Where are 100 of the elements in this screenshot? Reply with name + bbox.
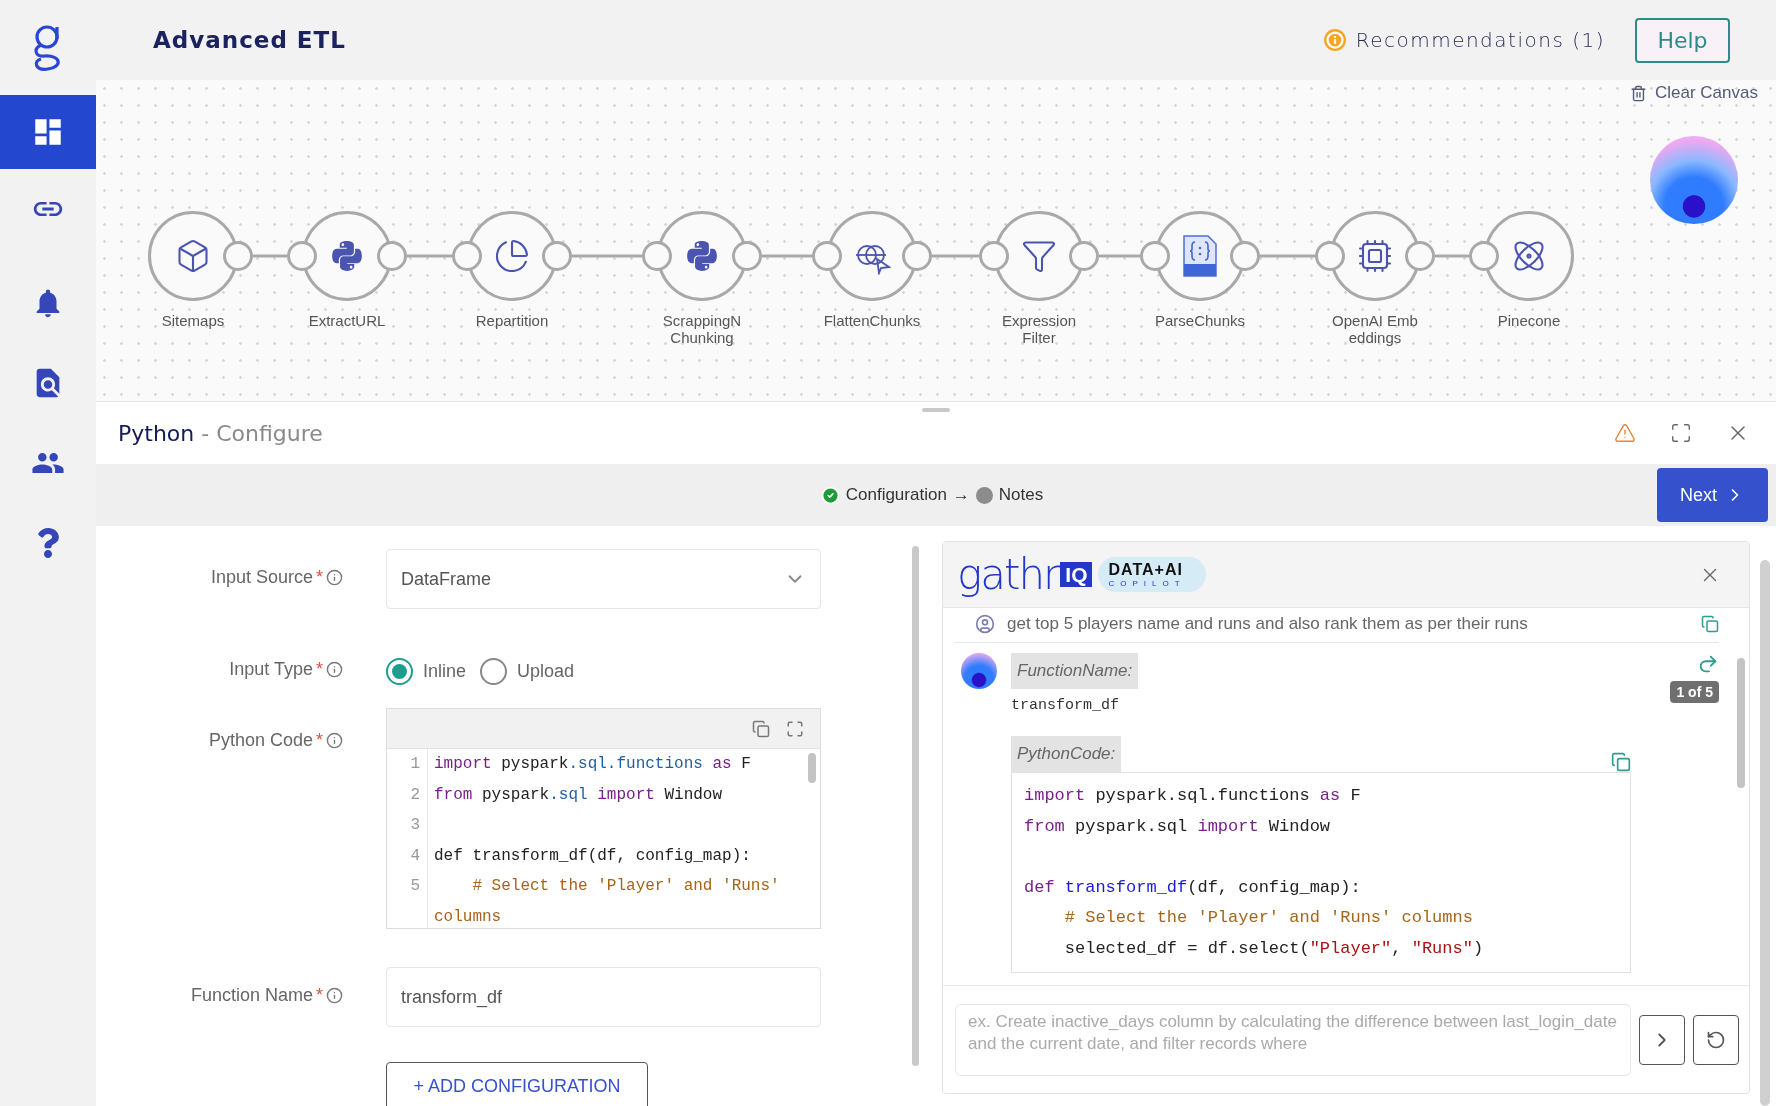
- app-title: Advanced ETL: [153, 27, 347, 53]
- required-mark: *: [316, 567, 323, 588]
- node-label: FlattenChunks: [822, 312, 922, 329]
- input-port[interactable]: [642, 241, 672, 271]
- drag-handle[interactable]: [922, 408, 950, 412]
- output-port[interactable]: [1405, 241, 1435, 271]
- logo-word: gathr: [957, 553, 1059, 596]
- add-configuration-button[interactable]: + ADD CONFIGURATION: [386, 1062, 648, 1106]
- copy-icon[interactable]: [1611, 752, 1631, 772]
- radio-button[interactable]: [480, 657, 508, 685]
- input-port[interactable]: [979, 241, 1009, 271]
- code-line: # Select the 'Player' and 'Runs' columns: [1063, 907, 1474, 929]
- output-port[interactable]: [1230, 241, 1260, 271]
- help-button[interactable]: Help: [1635, 17, 1730, 63]
- input-source-select[interactable]: DataFrame: [386, 549, 821, 609]
- step-label[interactable]: Configuration: [845, 485, 947, 505]
- recommendations-link[interactable]: Recommendations (1): [1323, 28, 1605, 52]
- maximize-icon: [1670, 422, 1692, 444]
- python-icon: [685, 239, 719, 273]
- code-line: # Select the 'Player' and 'Runs' columns: [433, 876, 781, 928]
- tag-title: DATA+AI: [1108, 561, 1184, 579]
- input-port[interactable]: [1140, 241, 1170, 271]
- output-port[interactable]: [732, 241, 762, 271]
- line-number: 5: [409, 876, 421, 897]
- connector-line: [407, 254, 452, 258]
- radio-label[interactable]: Inline: [423, 660, 467, 682]
- required-mark: *: [316, 659, 323, 680]
- field-label: Input Source: [210, 567, 313, 588]
- node-label: ScrappingN Chunking: [661, 312, 743, 346]
- field-label: Python Code: [208, 730, 313, 751]
- step-label[interactable]: Notes: [998, 485, 1044, 505]
- output-port[interactable]: [223, 241, 253, 271]
- prompt-input[interactable]: ex. Create inactive_days column by calculating the difference between last_login_date and the current date, and filter records where: [955, 1003, 1631, 1076]
- input-port[interactable]: [287, 241, 317, 271]
- node-label: Pinecone: [1496, 312, 1562, 329]
- result-counter: 1 of 5: [1670, 681, 1719, 703]
- info-icon[interactable]: [326, 732, 343, 749]
- connector-line: [253, 254, 287, 258]
- code-line: def transform_df(df, config_map):: [1023, 876, 1362, 899]
- info-icon[interactable]: [326, 569, 343, 586]
- scrollbar-thumb[interactable]: [1737, 658, 1745, 788]
- output-port[interactable]: [902, 241, 932, 271]
- node-label: Repartition: [474, 312, 550, 329]
- connector-line: [932, 254, 979, 258]
- trash-icon: [1630, 84, 1647, 102]
- reset-button[interactable]: [1693, 1014, 1739, 1065]
- required-mark: *: [316, 730, 323, 751]
- connector-line: [572, 254, 642, 258]
- function-name-field[interactable]: transform_df: [386, 967, 821, 1027]
- node-label: Expression Filter: [1000, 312, 1078, 346]
- node-label: OpenAI Emb eddings: [1331, 312, 1419, 346]
- code-line: selected_df = df.select("Player", "Runs"): [1063, 937, 1485, 960]
- output-port[interactable]: [542, 241, 572, 271]
- code-line: from pyspark.sql import Window: [433, 784, 724, 806]
- cluster-icon: [1511, 238, 1547, 274]
- radio-label[interactable]: Upload: [517, 660, 575, 682]
- info-icon[interactable]: [326, 987, 343, 1004]
- scrollbar-thumb[interactable]: [808, 753, 816, 783]
- sidebar-item[interactable]: [0, 95, 96, 169]
- copy-icon[interactable]: [752, 719, 770, 738]
- connector-line: [762, 254, 812, 258]
- panel-title: Python - Configure: [118, 420, 324, 446]
- code-line: from pyspark.sql import Window: [1023, 815, 1332, 838]
- orb-icon[interactable]: [1650, 136, 1738, 224]
- scrollbar[interactable]: [912, 546, 919, 1066]
- user-icon: [975, 614, 995, 634]
- step-arrow: →: [952, 485, 970, 505]
- funnel-icon: [1021, 238, 1057, 274]
- input-port[interactable]: [812, 241, 842, 271]
- info-icon[interactable]: [326, 661, 343, 678]
- next-button[interactable]: Next: [1657, 468, 1768, 522]
- node-label: ExtractURL: [307, 312, 387, 329]
- clear-canvas-button[interactable]: Clear Canvas: [1624, 82, 1764, 104]
- node-label: Sitemaps: [160, 312, 226, 329]
- tag-subtitle: COPILOT: [1108, 579, 1186, 588]
- node-label: ParseChunks: [1153, 312, 1246, 329]
- warning-icon: [1614, 422, 1636, 444]
- code-line: def transform_df(df, config_map):: [433, 845, 752, 867]
- function-name-value: transform_df: [1011, 697, 1121, 714]
- input-port[interactable]: [1469, 241, 1499, 271]
- pie-chart-icon: [494, 238, 530, 274]
- send-button[interactable]: [1639, 1014, 1685, 1065]
- input-port[interactable]: [452, 241, 482, 271]
- line-number: 4: [409, 845, 421, 867]
- share-arrow-icon[interactable]: [1697, 653, 1719, 675]
- connector-line: [1435, 254, 1469, 258]
- output-port[interactable]: [377, 241, 407, 271]
- previous-prompt: get top 5 players name and runs and also rank them as per their runs: [1007, 614, 1529, 634]
- output-port[interactable]: [1069, 241, 1099, 271]
- field-label: Function Name: [190, 985, 313, 1006]
- code-editor[interactable]: 1 import pyspark.sql.functions as F 2 from pyspark.sql import Window 3 4 def transform_df(df, config_map): 5 # Select the 'Player' and 'Runs' columns: [386, 708, 821, 929]
- scrollbar[interactable]: [1760, 560, 1770, 1106]
- copy-icon[interactable]: [1701, 615, 1719, 633]
- input-port[interactable]: [1315, 241, 1345, 271]
- radio-button[interactable]: [386, 657, 413, 685]
- field-label: Input Type: [229, 659, 313, 680]
- connector-line: [1099, 254, 1140, 258]
- fullscreen-icon[interactable]: [786, 719, 804, 738]
- connector-line: [1260, 254, 1315, 258]
- reset-icon: [1706, 1029, 1726, 1050]
